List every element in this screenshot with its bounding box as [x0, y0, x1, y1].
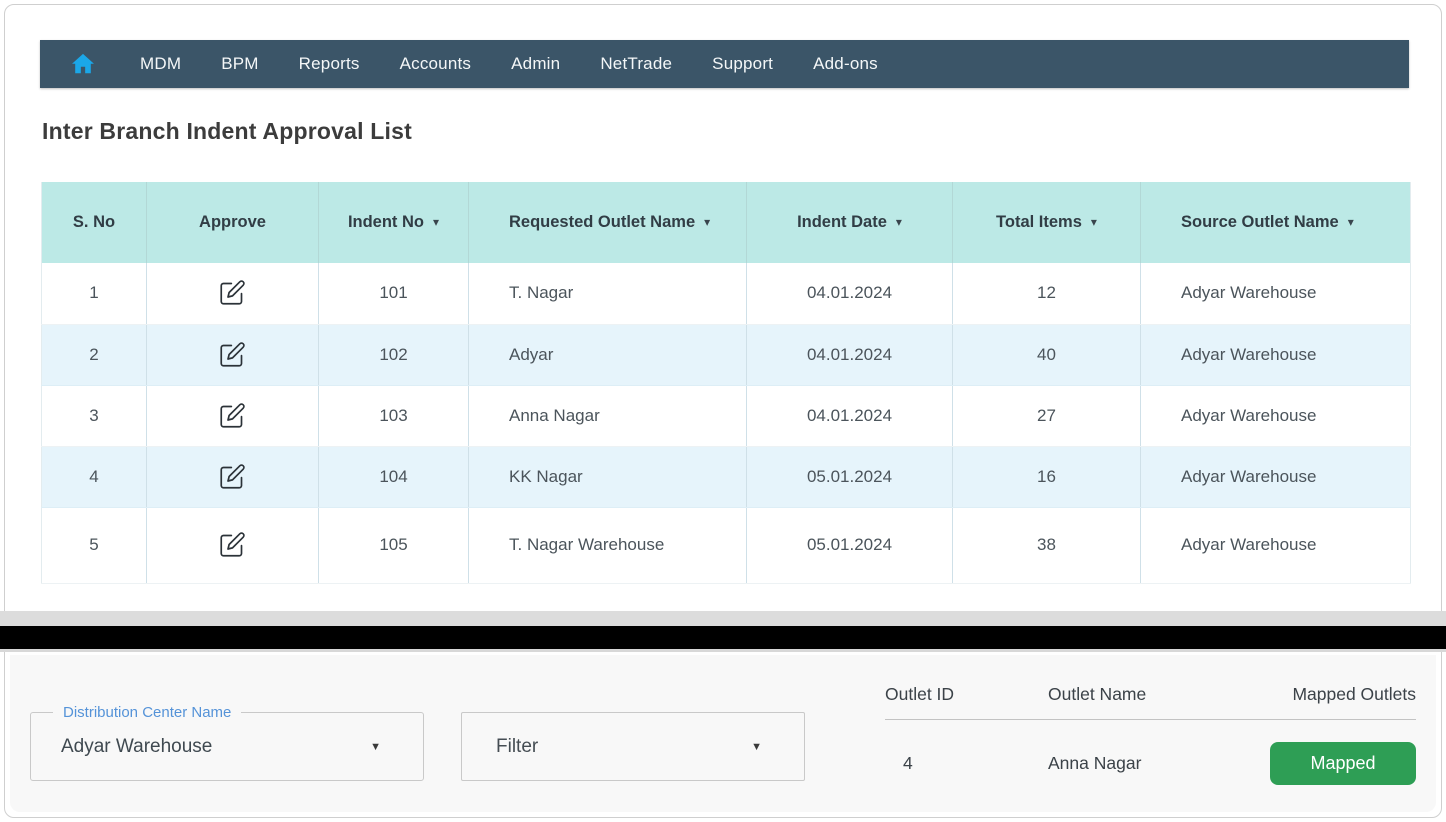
column-header-source-outlet-name[interactable]: Source Outlet Name▾	[1141, 182, 1411, 263]
column-header-total-items[interactable]: Total Items▾	[953, 182, 1141, 263]
table-header-row: S. No Approve Indent No▾ Requested Outle…	[42, 182, 1411, 263]
nav-item-bpm[interactable]: BPM	[221, 54, 258, 74]
cell-total-items: 16	[953, 446, 1141, 507]
approve-edit-button[interactable]	[215, 527, 250, 562]
cell-approve	[147, 324, 319, 385]
cell-approve	[147, 385, 319, 446]
edit-icon	[219, 402, 246, 429]
distribution-center-label: Distribution Center Name	[53, 704, 241, 721]
cell-indent-date: 04.01.2024	[747, 324, 953, 385]
filter-dropdown[interactable]: Filter ▼	[461, 712, 805, 781]
nav-item-addons[interactable]: Add-ons	[813, 54, 878, 74]
cell-requested-outlet-name: T. Nagar	[469, 263, 747, 324]
cell-indent-no: 104	[319, 446, 469, 507]
sort-caret-icon[interactable]: ▾	[896, 214, 902, 231]
top-navbar: MDM BPM Reports Accounts Admin NetTrade …	[40, 40, 1409, 88]
table-row: 2 102 Adyar 04.01.2024 40 Adyar Warehous…	[42, 324, 1411, 385]
table-row: 3 103 Anna Nagar 04.01.2024 27 Adyar War…	[42, 385, 1411, 446]
outlet-table-header-row: Outlet ID Outlet Name Mapped Outlets	[885, 684, 1416, 720]
cell-requested-outlet-name: Adyar	[469, 324, 747, 385]
distribution-center-dropdown[interactable]: Distribution Center Name Adyar Warehouse…	[30, 712, 424, 781]
cell-approve	[147, 446, 319, 507]
cell-source-outlet-name: Adyar Warehouse	[1141, 263, 1411, 324]
column-header-approve: Approve	[147, 182, 319, 263]
column-header-requested-outlet-name[interactable]: Requested Outlet Name▾	[469, 182, 747, 263]
cell-total-items: 27	[953, 385, 1141, 446]
table-row: 1 101 T. Nagar 04.01.2024 12 Adyar Wareh…	[42, 263, 1411, 324]
mapped-status-button[interactable]: Mapped	[1270, 742, 1416, 785]
nav-item-nettrade[interactable]: NetTrade	[600, 54, 672, 74]
cell-source-outlet-name: Adyar Warehouse	[1141, 446, 1411, 507]
cell-approve	[147, 507, 319, 583]
cell-source-outlet-name: Adyar Warehouse	[1141, 507, 1411, 583]
cell-requested-outlet-name: KK Nagar	[469, 446, 747, 507]
sort-caret-icon[interactable]: ▾	[433, 214, 439, 231]
nav-item-accounts[interactable]: Accounts	[400, 54, 472, 74]
cell-requested-outlet-name: Anna Nagar	[469, 385, 747, 446]
sort-caret-icon[interactable]: ▾	[1091, 214, 1097, 231]
outlet-name-header: Outlet Name	[1048, 684, 1267, 705]
sort-caret-icon[interactable]: ▾	[1348, 214, 1354, 231]
edit-icon	[219, 279, 246, 306]
edit-icon	[219, 341, 246, 368]
cell-total-items: 40	[953, 324, 1141, 385]
nav-item-reports[interactable]: Reports	[299, 54, 360, 74]
cell-total-items: 12	[953, 263, 1141, 324]
divider-black-bar	[0, 626, 1446, 649]
table-row: 4 104 KK Nagar 05.01.2024 16 Adyar Wareh…	[42, 446, 1411, 507]
nav-item-support[interactable]: Support	[712, 54, 773, 74]
cell-indent-no: 103	[319, 385, 469, 446]
cell-indent-date: 05.01.2024	[747, 446, 953, 507]
cell-indent-date: 05.01.2024	[747, 507, 953, 583]
cell-source-outlet-name: Adyar Warehouse	[1141, 324, 1411, 385]
cell-total-items: 38	[953, 507, 1141, 583]
cell-indent-date: 04.01.2024	[747, 263, 953, 324]
cell-approve	[147, 263, 319, 324]
approve-edit-button[interactable]	[215, 337, 250, 372]
outlet-id-value: 4	[885, 753, 1048, 774]
column-header-s-no: S. No	[42, 182, 147, 263]
table-row: 5 105 T. Nagar Warehouse 05.01.2024 38 A…	[42, 507, 1411, 583]
cell-s-no: 2	[42, 324, 147, 385]
approve-edit-button[interactable]	[215, 459, 250, 494]
column-header-indent-no[interactable]: Indent No▾	[319, 182, 469, 263]
filter-value: Filter	[496, 736, 538, 758]
cell-source-outlet-name: Adyar Warehouse	[1141, 385, 1411, 446]
home-icon[interactable]	[66, 51, 100, 77]
edit-icon	[219, 531, 246, 558]
outlet-table-row: 4 Anna Nagar Mapped	[885, 720, 1416, 785]
cell-s-no: 4	[42, 446, 147, 507]
cell-indent-date: 04.01.2024	[747, 385, 953, 446]
outlet-mapping-table: Outlet ID Outlet Name Mapped Outlets 4 A…	[885, 684, 1416, 785]
divider-gray-strip-bottom	[0, 649, 1446, 652]
divider-gray-strip	[0, 611, 1446, 626]
nav-item-mdm[interactable]: MDM	[140, 54, 181, 74]
sort-caret-icon[interactable]: ▾	[704, 214, 710, 231]
cell-indent-no: 102	[319, 324, 469, 385]
mapped-outlets-header: Mapped Outlets	[1267, 684, 1416, 705]
approve-edit-button[interactable]	[215, 398, 250, 433]
nav-item-admin[interactable]: Admin	[511, 54, 560, 74]
column-header-indent-date[interactable]: Indent Date▾	[747, 182, 953, 263]
cell-s-no: 3	[42, 385, 147, 446]
cell-indent-no: 105	[319, 507, 469, 583]
outlet-name-value: Anna Nagar	[1048, 753, 1267, 774]
indent-approval-table: S. No Approve Indent No▾ Requested Outle…	[41, 182, 1410, 584]
approve-edit-button[interactable]	[215, 275, 250, 310]
cell-s-no: 5	[42, 507, 147, 583]
chevron-down-icon[interactable]: ▼	[751, 741, 762, 753]
cell-requested-outlet-name: T. Nagar Warehouse	[469, 507, 747, 583]
distribution-center-value: Adyar Warehouse	[61, 736, 212, 758]
cell-indent-no: 101	[319, 263, 469, 324]
edit-icon	[219, 463, 246, 490]
cell-s-no: 1	[42, 263, 147, 324]
outlet-id-header: Outlet ID	[885, 684, 1048, 705]
mapped-cell: Mapped	[1267, 742, 1416, 785]
chevron-down-icon[interactable]: ▼	[370, 741, 381, 753]
page-title: Inter Branch Indent Approval List	[42, 118, 412, 145]
